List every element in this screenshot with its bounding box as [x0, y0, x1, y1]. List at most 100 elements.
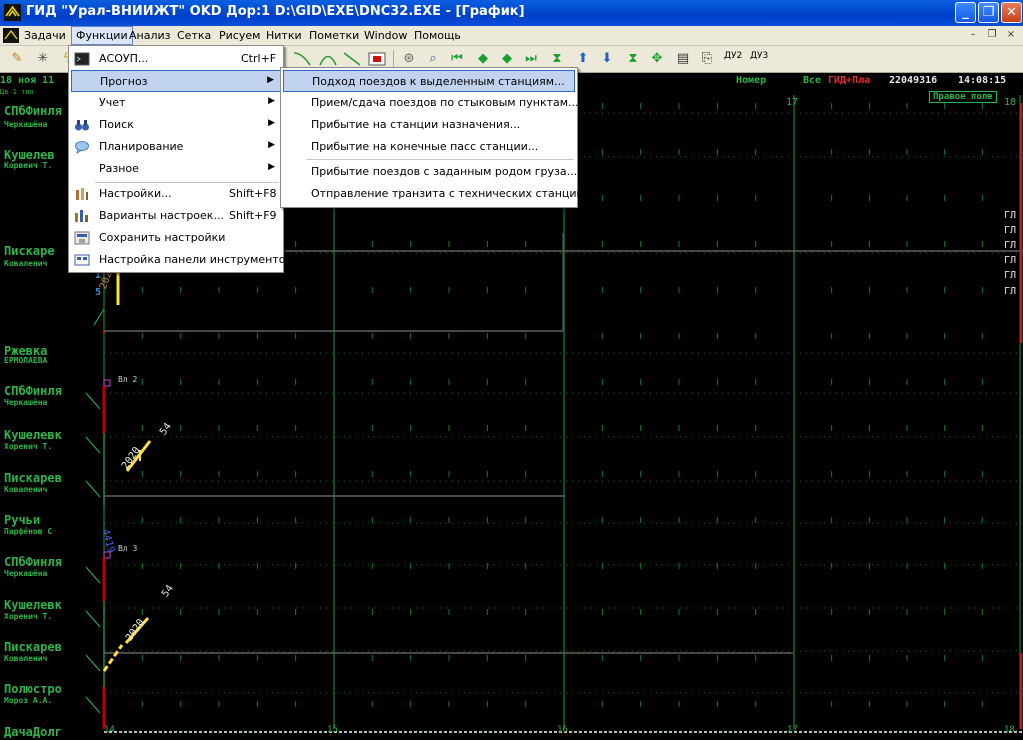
mdi-minimize-button[interactable]: – [965, 28, 981, 42]
zoom-icon[interactable]: ⌕ [424, 50, 442, 68]
menu-grid[interactable]: Сетка [173, 26, 215, 45]
station-tick [85, 696, 101, 714]
list-icon[interactable]: ▤ [674, 50, 692, 68]
settings-icon [76, 188, 88, 200]
functions-menu: АСОУП... Ctrl+F Прогноз ▶ Учет ▶ Поиск ▶… [68, 45, 292, 273]
menu-draw[interactable]: Рисуем [215, 26, 264, 45]
last-icon[interactable]: ⏭ [522, 50, 540, 68]
menu-threads[interactable]: Нитки [262, 26, 306, 45]
expand-icon[interactable]: ✥ [648, 50, 666, 68]
station-name[interactable]: Кушелев [4, 148, 55, 162]
window-title: ГИД "Урал-ВНИИЖТ" OKD Дор:1 D:\GID\EXE\D… [26, 4, 525, 19]
submenu-item-junction[interactable]: Прием/сдача поездов по стыковым пунктам.… [283, 92, 579, 114]
train-thread [102, 644, 124, 672]
station-name[interactable]: Пискарев [4, 640, 62, 654]
menu-functions[interactable]: Функции [71, 26, 133, 45]
sparkle-icon[interactable]: ✳ [34, 50, 52, 68]
hour-label: 18 [1004, 97, 1017, 108]
menu-item-asoup[interactable]: АСОУП... Ctrl+F [71, 48, 281, 70]
chat-icon [75, 141, 89, 155]
graph-subheader: Цв 1 тип [0, 88, 34, 96]
hour-label: 17 [786, 97, 799, 108]
settings-variants-icon [75, 210, 88, 222]
collapse-icon[interactable]: ⧗ [624, 50, 642, 68]
bottom-hour-label: 14 [104, 725, 115, 735]
track-gl-label: ГЛ [1004, 286, 1017, 297]
arrow-up-icon[interactable]: ⬆ [574, 50, 592, 68]
station-name[interactable]: Пискарев [4, 471, 62, 485]
station-operator: Корвеич Т. [4, 161, 53, 170]
binoculars-icon [75, 120, 89, 131]
submenu-item-cargo[interactable]: Прибытие поездов с заданным родом груза.… [283, 161, 577, 183]
graph-date: 18 ноя 11 [0, 75, 55, 86]
fit-icon[interactable]: ⧗ [548, 50, 566, 68]
menu-help[interactable]: Помощь [410, 26, 465, 45]
menu-item-settings[interactable]: Настройки... Shift+F8 [71, 183, 281, 205]
curve-down-icon[interactable] [292, 50, 312, 68]
station-tick [85, 610, 101, 628]
menu-item-accounting[interactable]: Учет ▶ [71, 92, 281, 114]
arrow-right-icon[interactable]: ◆ [498, 50, 516, 68]
globe-icon[interactable]: ⊛ [400, 50, 418, 68]
menu-item-save-settings[interactable]: Сохранить настройки [71, 227, 281, 249]
station-name[interactable]: Полюстро [4, 682, 62, 696]
menu-window[interactable]: Window [360, 26, 411, 45]
station-name[interactable]: СПбФинля [4, 104, 62, 118]
menu-marks[interactable]: Пометки [305, 26, 363, 45]
curve-up-icon[interactable] [342, 50, 362, 68]
window-icon[interactable]: ⎘ [698, 50, 716, 68]
menu-analysis[interactable]: Анализ [125, 26, 175, 45]
right-field-button[interactable]: Правое поле [929, 91, 997, 103]
maximize-button[interactable]: ❐ [978, 2, 999, 23]
menu-tasks[interactable]: Задачи [20, 26, 70, 45]
mdi-restore-button[interactable]: ❐ [984, 28, 1000, 42]
station-operator: Хоренич Т. [4, 612, 53, 621]
curve-arc-icon[interactable] [318, 50, 338, 68]
station-operator: Коваленич [4, 485, 48, 494]
du3-button[interactable]: ДУ3 [750, 51, 768, 61]
station-operator: Коваленич [4, 654, 48, 663]
station-name[interactable]: Пискаре [4, 244, 55, 258]
station-operator: Черкашёна [4, 569, 48, 578]
station-name[interactable]: СПбФинля [4, 555, 62, 569]
arrow-left-icon[interactable]: ◆ [474, 50, 492, 68]
mdi-close-button[interactable]: × [1003, 28, 1019, 42]
station-name[interactable]: Кушелевк [4, 428, 62, 442]
toolbar-separator [393, 50, 394, 68]
stop-icon[interactable] [367, 50, 387, 68]
menu-item-toolbar-settings[interactable]: Настройка панели инструментов [71, 249, 292, 271]
submenu-item-terminal[interactable]: Прибытие на конечные пасс станции... [283, 136, 575, 158]
section-label: Вл 3 [118, 544, 138, 553]
submenu-item-approach[interactable]: Подход поездов к выделенным станциям... [283, 70, 575, 92]
submenu-arrow-icon: ▶ [268, 96, 275, 106]
submenu-arrow-icon: ▶ [267, 75, 274, 85]
station-operator: Черкашёна [4, 398, 48, 407]
arrow-down-icon[interactable]: ⬇ [598, 50, 616, 68]
station-name[interactable]: Ручьи [4, 513, 40, 527]
station-tick [85, 436, 101, 454]
track-gl-label: ГЛ [1004, 255, 1017, 266]
submenu-item-transit[interactable]: Отправление транзита с технических станц… [283, 183, 594, 205]
station-tick [85, 392, 101, 410]
menu-item-search[interactable]: Поиск ▶ [71, 114, 281, 136]
menu-item-misc[interactable]: Разное ▶ [71, 158, 281, 180]
station-name[interactable]: Кушелевк [4, 598, 62, 612]
station-name[interactable]: ДачаДолг [4, 725, 62, 739]
station-operator: ЕРМОЛАЕВА [4, 356, 48, 365]
du2-button[interactable]: ДУ2 [724, 51, 742, 61]
station-name[interactable]: СПбФинля [4, 384, 62, 398]
graph-time: 14:08:15 [958, 75, 1007, 86]
station-tick [85, 566, 101, 584]
minimize-button[interactable]: _ [955, 2, 976, 23]
menu-item-forecast[interactable]: Прогноз ▶ [71, 70, 281, 92]
wand-icon[interactable]: ✎ [8, 50, 26, 68]
menu-item-settings-variants[interactable]: Варианты настроек... Shift+F9 [71, 205, 281, 227]
track-number: 5 [95, 287, 102, 298]
submenu-arrow-icon: ▶ [268, 162, 275, 172]
menu-item-planning[interactable]: Планирование ▶ [71, 136, 281, 158]
station-operator: Парфёнов С [4, 527, 53, 536]
first-icon[interactable]: ⏮ [448, 50, 466, 68]
close-button[interactable]: ✕ [1001, 2, 1022, 23]
submenu-item-destination[interactable]: Прибытие на станции назначения... [283, 114, 575, 136]
track-gl-label: ГЛ [1004, 210, 1017, 221]
